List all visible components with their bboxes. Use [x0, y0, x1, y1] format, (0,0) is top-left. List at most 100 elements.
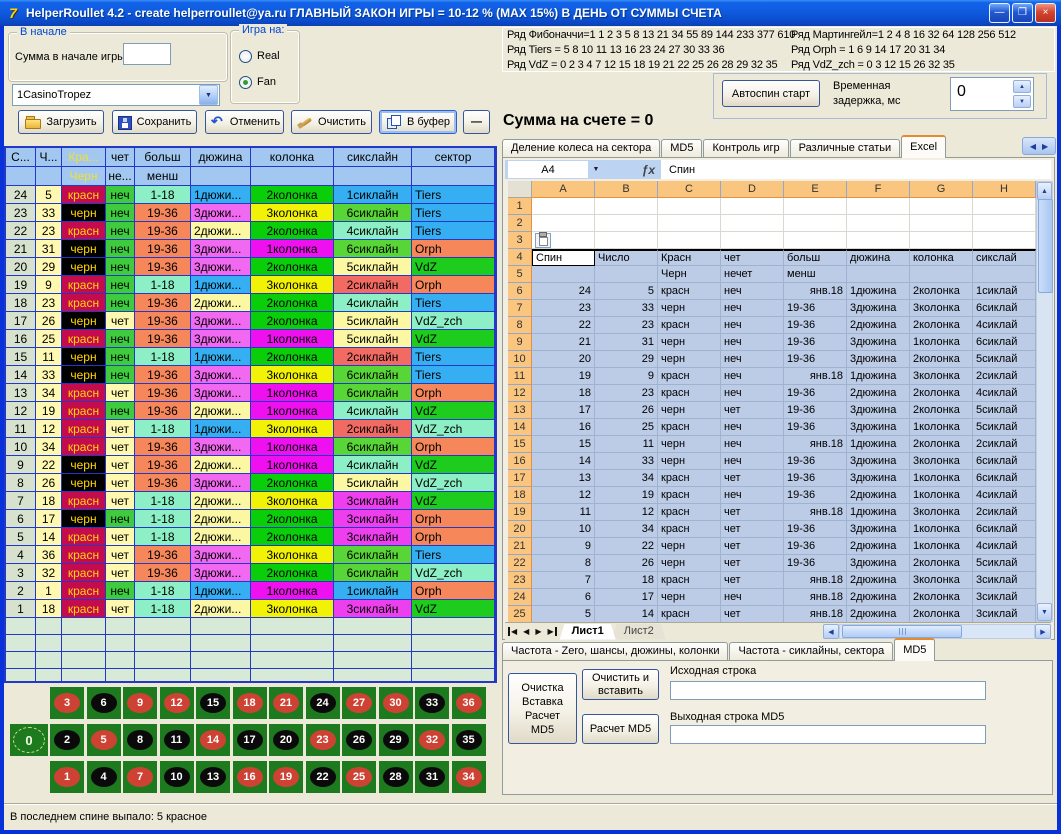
excel-row-header-24[interactable]: 24: [508, 589, 532, 606]
excel-cell-B24[interactable]: 17: [595, 589, 658, 606]
paste-options-icon[interactable]: [535, 233, 551, 248]
excel-row-header-8[interactable]: 8: [508, 317, 532, 334]
roulette-number-4[interactable]: 4: [87, 761, 121, 793]
excel-cell-A9[interactable]: 21: [532, 334, 595, 351]
excel-row-header-10[interactable]: 10: [508, 351, 532, 368]
excel-cell-F11[interactable]: 1дюжина: [847, 368, 910, 385]
collapse-button[interactable]: —: [463, 110, 490, 134]
excel-row-header-12[interactable]: 12: [508, 385, 532, 402]
maximize-button[interactable]: ❐: [1012, 3, 1033, 23]
excel-cell-C20[interactable]: красн: [658, 521, 721, 538]
roulette-number-32[interactable]: 32: [415, 724, 449, 756]
excel-cell-E7[interactable]: 19-36: [784, 300, 847, 317]
excel-cell-G10[interactable]: 2колонка: [910, 351, 973, 368]
roulette-number-5[interactable]: 5: [87, 724, 121, 756]
sheet-nav-last-icon[interactable]: ▶: [547, 627, 556, 636]
excel-cell-E13[interactable]: 19-36: [784, 402, 847, 419]
tab-scroll-left-icon[interactable]: ◀: [1030, 142, 1036, 151]
excel-cell-F24[interactable]: 2дюжина: [847, 589, 910, 606]
excel-cell-A1[interactable]: [532, 198, 595, 215]
excel-cell-E20[interactable]: 19-36: [784, 521, 847, 538]
excel-cell-D1[interactable]: [721, 198, 784, 215]
vertical-scrollbar-thumb[interactable]: [1038, 199, 1053, 293]
excel-cell-E10[interactable]: 19-36: [784, 351, 847, 368]
excel-cell-E24[interactable]: янв.18: [784, 589, 847, 606]
excel-cell-B4[interactable]: Число: [595, 249, 658, 266]
excel-cell-H3[interactable]: [973, 232, 1036, 249]
excel-row-header-4[interactable]: 4: [508, 249, 532, 266]
excel-cell-E25[interactable]: янв.18: [784, 606, 847, 622]
top-tab-2[interactable]: Контроль игр: [703, 139, 788, 158]
excel-cell-E15[interactable]: янв.18: [784, 436, 847, 453]
bottom-tab-0[interactable]: Частота - Zero, шансы, дюжины, колонки: [502, 642, 728, 661]
vertical-scrollbar[interactable]: ▲ ▼: [1036, 181, 1053, 622]
roulette-number-19[interactable]: 19: [269, 761, 303, 793]
excel-cell-C19[interactable]: красн: [658, 504, 721, 521]
excel-cell-H15[interactable]: 2сиклай: [973, 436, 1036, 453]
excel-cell-D25[interactable]: чет: [721, 606, 784, 622]
excel-cell-E16[interactable]: 19-36: [784, 453, 847, 470]
excel-cell-D20[interactable]: чет: [721, 521, 784, 538]
excel-cell-H22[interactable]: 5сиклай: [973, 555, 1036, 572]
excel-row-header-17[interactable]: 17: [508, 470, 532, 487]
excel-cell-B14[interactable]: 25: [595, 419, 658, 436]
excel-cell-D3[interactable]: [721, 232, 784, 249]
excel-cell-C10[interactable]: черн: [658, 351, 721, 368]
roulette-number-28[interactable]: 28: [379, 761, 413, 793]
excel-cell-E5[interactable]: менш: [784, 266, 847, 283]
excel-cell-B10[interactable]: 29: [595, 351, 658, 368]
excel-cell-G9[interactable]: 1колонка: [910, 334, 973, 351]
sheet-tab-1[interactable]: Лист1: [560, 624, 616, 640]
buffer-button[interactable]: В буфер: [379, 110, 457, 134]
excel-cell-C25[interactable]: красн: [658, 606, 721, 622]
excel-cell-C6[interactable]: красн: [658, 283, 721, 300]
spinner-down-icon[interactable]: ▼: [1013, 95, 1031, 108]
excel-cell-A16[interactable]: 14: [532, 453, 595, 470]
roulette-number-1[interactable]: 1: [50, 761, 84, 793]
md5-output-field[interactable]: [670, 725, 986, 744]
excel-cell-D5[interactable]: нечет: [721, 266, 784, 283]
roulette-number-21[interactable]: 21: [269, 687, 303, 719]
excel-cell-B22[interactable]: 26: [595, 555, 658, 572]
autospin-start-button[interactable]: Автоспин старт: [722, 80, 820, 107]
roulette-number-23[interactable]: 23: [306, 724, 340, 756]
roulette-number-25[interactable]: 25: [342, 761, 376, 793]
excel-cell-G17[interactable]: 1колонка: [910, 470, 973, 487]
chevron-down-icon[interactable]: ▼: [199, 85, 218, 105]
excel-row-header-13[interactable]: 13: [508, 402, 532, 419]
excel-column-header-c[interactable]: C: [658, 181, 721, 198]
excel-cell-A18[interactable]: 12: [532, 487, 595, 504]
excel-cell-F14[interactable]: 3дюжина: [847, 419, 910, 436]
excel-cell-A23[interactable]: 7: [532, 572, 595, 589]
start-sum-input[interactable]: [123, 43, 171, 65]
roulette-number-26[interactable]: 26: [342, 724, 376, 756]
excel-cell-A21[interactable]: 9: [532, 538, 595, 555]
excel-cell-G15[interactable]: 2колонка: [910, 436, 973, 453]
excel-cell-E18[interactable]: 19-36: [784, 487, 847, 504]
excel-cell-D14[interactable]: неч: [721, 419, 784, 436]
excel-cell-D8[interactable]: неч: [721, 317, 784, 334]
excel-cell-H16[interactable]: 6сиклай: [973, 453, 1036, 470]
excel-cell-B13[interactable]: 26: [595, 402, 658, 419]
excel-cell-G23[interactable]: 3колонка: [910, 572, 973, 589]
roulette-number-7[interactable]: 7: [123, 761, 157, 793]
excel-cell-C8[interactable]: красн: [658, 317, 721, 334]
excel-row-header-16[interactable]: 16: [508, 453, 532, 470]
excel-cell-G1[interactable]: [910, 198, 973, 215]
roulette-number-16[interactable]: 16: [233, 761, 267, 793]
clear-button[interactable]: Очистить: [291, 110, 372, 134]
excel-row-header-20[interactable]: 20: [508, 521, 532, 538]
excel-row-header-1[interactable]: 1: [508, 198, 532, 215]
excel-column-header-d[interactable]: D: [721, 181, 784, 198]
excel-cell-B18[interactable]: 19: [595, 487, 658, 504]
excel-cell-A10[interactable]: 20: [532, 351, 595, 368]
excel-cell-A22[interactable]: 8: [532, 555, 595, 572]
excel-cell-D13[interactable]: чет: [721, 402, 784, 419]
excel-cell-B1[interactable]: [595, 198, 658, 215]
roulette-number-24[interactable]: 24: [306, 687, 340, 719]
roulette-number-30[interactable]: 30: [379, 687, 413, 719]
excel-cell-C16[interactable]: черн: [658, 453, 721, 470]
excel-cell-B3[interactable]: [595, 232, 658, 249]
excel-cell-A14[interactable]: 16: [532, 419, 595, 436]
roulette-number-3[interactable]: 3: [50, 687, 84, 719]
